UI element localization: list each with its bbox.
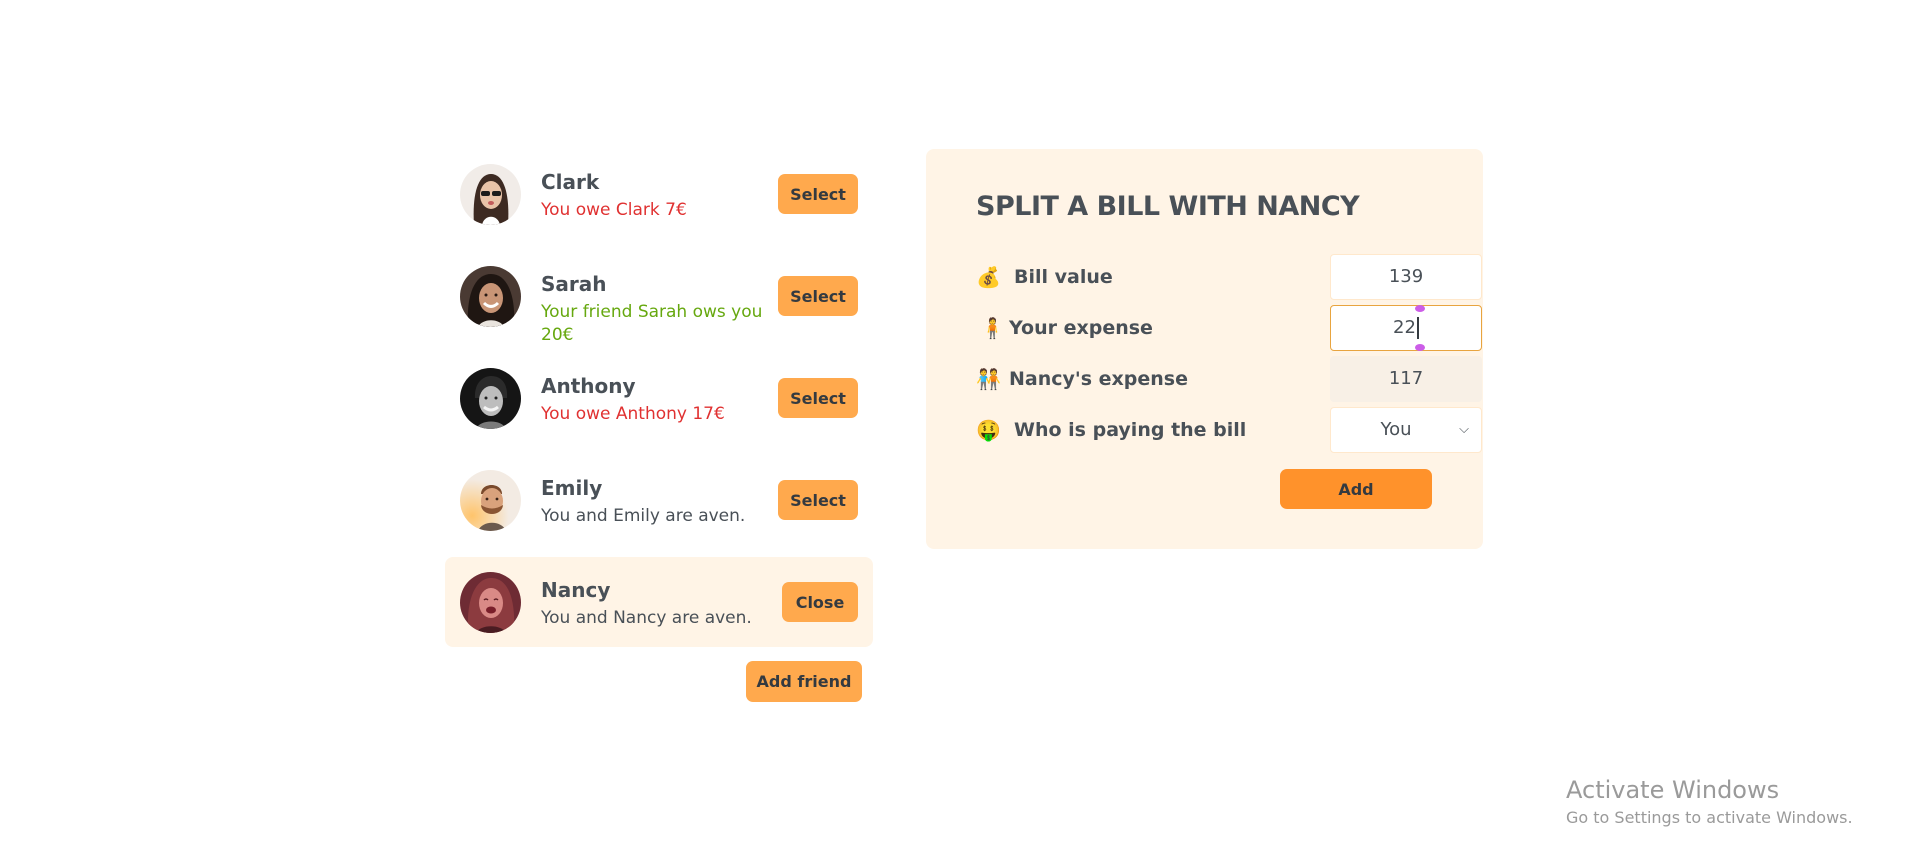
friend-name: Nancy <box>541 578 611 602</box>
close-friend-button[interactable]: Close <box>782 582 858 622</box>
add-friend-button[interactable]: Add friend <box>746 661 862 702</box>
friend-expense-input: 117 <box>1330 356 1482 402</box>
chevron-down-icon: ⌵ <box>1459 422 1469 437</box>
friend-balance-status: Your friend Sarah ows you 20€ <box>541 302 763 345</box>
avatar-anthony <box>460 368 521 429</box>
select-friend-button[interactable]: Select <box>778 480 858 520</box>
money-mouth-face-icon: 🤑 <box>976 418 1001 442</box>
app: Clark You owe Clark 7€ Select Sarah Your… <box>0 0 1910 865</box>
your-expense-value: 22 <box>1393 317 1416 338</box>
bill-value-row: 💰 Bill value 139 <box>976 254 1482 300</box>
friend-name: Emily <box>541 476 603 500</box>
friend-name: Anthony <box>541 374 636 398</box>
your-expense-row: 🧍 Your expense 22 <box>976 305 1482 351</box>
bill-value-input[interactable]: 139 <box>1330 254 1482 300</box>
who-pays-label: Who is paying the bill <box>1014 419 1247 441</box>
friend-item-anthony[interactable]: Anthony You owe Anthony 17€ Select <box>445 353 873 443</box>
friend-balance-status: You owe Anthony 17€ <box>541 404 725 424</box>
friend-item-nancy[interactable]: Nancy You and Nancy are aven. Close <box>445 557 873 647</box>
friend-balance-status: You and Emily are aven. <box>541 506 746 526</box>
avatar-clark <box>460 164 521 225</box>
selection-handle-bottom[interactable] <box>1415 344 1425 351</box>
friend-expense-label: Nancy's expense <box>1009 368 1188 390</box>
friend-balance-status: You owe Clark 7€ <box>541 200 687 220</box>
who-pays-row: 🤑 Who is paying the bill You ⌵ <box>976 407 1482 453</box>
activation-watermark: Activate Windows Go to Settings to activ… <box>1566 776 1853 827</box>
money-bag-icon: 💰 <box>976 265 1001 289</box>
avatar-emily <box>460 470 521 531</box>
avatar-nancy <box>460 572 521 633</box>
watermark-subtitle: Go to Settings to activate Windows. <box>1566 808 1853 827</box>
your-expense-label: Your expense <box>1009 317 1153 339</box>
select-friend-button[interactable]: Select <box>778 378 858 418</box>
split-bill-form: SPLIT A BILL WITH NANCY 💰 Bill value 139… <box>926 149 1483 549</box>
who-pays-select[interactable]: You ⌵ <box>1330 407 1482 453</box>
friend-item-emily[interactable]: Emily You and Emily are aven. Select <box>445 455 873 545</box>
who-pays-selected-value: You <box>1380 419 1412 440</box>
friend-expense-row: 🧑‍🤝‍🧑 Nancy's expense 117 <box>976 356 1482 402</box>
your-expense-input[interactable]: 22 <box>1330 305 1482 351</box>
friend-balance-status: You and Nancy are aven. <box>541 608 752 628</box>
friend-item-clark[interactable]: Clark You owe Clark 7€ Select <box>445 149 873 239</box>
friends-list: Clark You owe Clark 7€ Select Sarah Your… <box>445 149 873 702</box>
form-title: SPLIT A BILL WITH NANCY <box>976 191 1360 222</box>
friend-item-sarah[interactable]: Sarah Your friend Sarah ows you 20€ Sele… <box>445 251 873 345</box>
bill-value-label: Bill value <box>1014 266 1113 288</box>
select-friend-button[interactable]: Select <box>778 174 858 214</box>
select-friend-button[interactable]: Select <box>778 276 858 316</box>
watermark-title: Activate Windows <box>1566 776 1780 804</box>
text-cursor <box>1416 317 1419 339</box>
avatar-sarah <box>460 266 521 327</box>
friend-name: Sarah <box>541 272 607 296</box>
people-holding-hands-icon: 🧑‍🤝‍🧑 <box>976 367 1001 391</box>
friend-name: Clark <box>541 170 600 194</box>
add-split-button[interactable]: Add <box>1280 469 1432 509</box>
person-standing-icon: 🧍 <box>980 316 1005 340</box>
selection-handle-top[interactable] <box>1415 305 1425 312</box>
